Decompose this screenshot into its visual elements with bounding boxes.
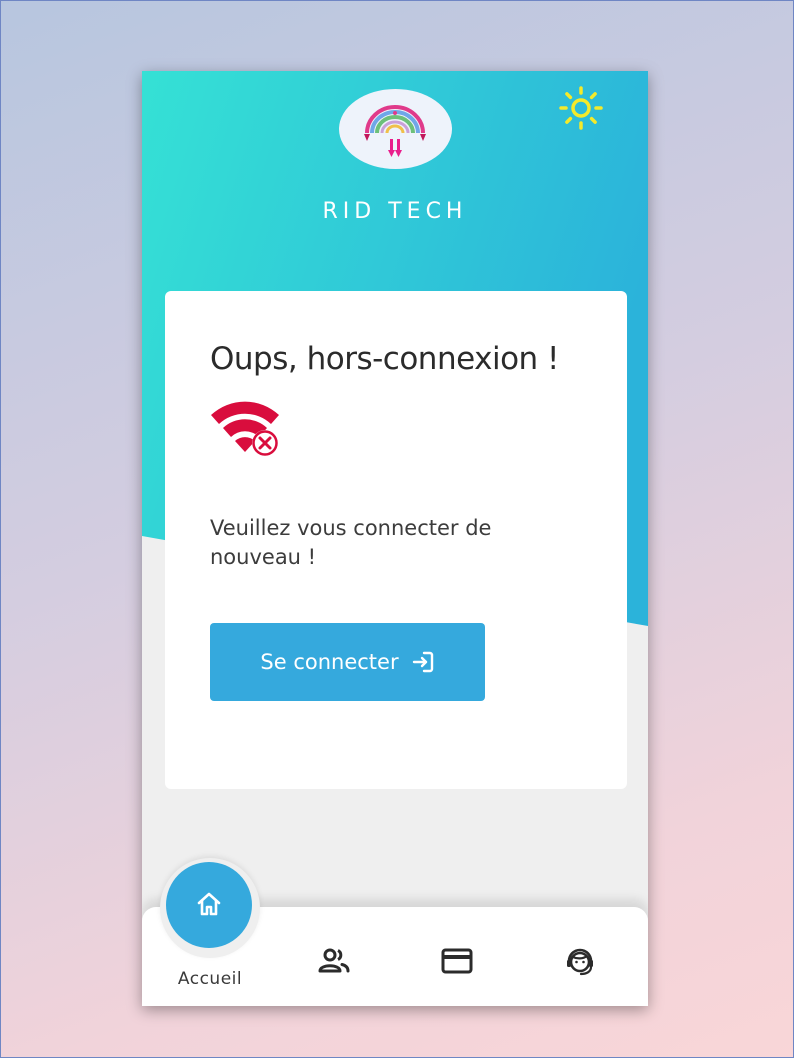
brand-name: RID TECH: [322, 199, 468, 224]
connect-button[interactable]: Se connecter: [210, 623, 485, 701]
login-icon: [411, 650, 435, 674]
nav-users-icon[interactable]: [317, 944, 351, 978]
app-screen: RID TECH Oups, hors-connexion ! Veuillez…: [142, 71, 648, 1006]
nav-credit-card-icon[interactable]: [440, 944, 474, 978]
home-icon: [194, 889, 224, 922]
nav-support-agent-icon[interactable]: [563, 944, 597, 978]
offline-card: Oups, hors-connexion ! Veuillez vous con…: [165, 291, 627, 789]
connect-button-label: Se connecter: [260, 650, 399, 674]
nav-home-label: Accueil: [177, 969, 243, 989]
wifi-off-icon: [209, 391, 283, 463]
offline-title: Oups, hors-connexion !: [210, 341, 559, 377]
rid-tech-logo: [339, 89, 452, 169]
nav-home-button[interactable]: [166, 862, 252, 948]
offline-message: Veuillez vous connecter de nouveau !: [210, 516, 492, 569]
theme-toggle-sun-icon[interactable]: [559, 86, 603, 130]
